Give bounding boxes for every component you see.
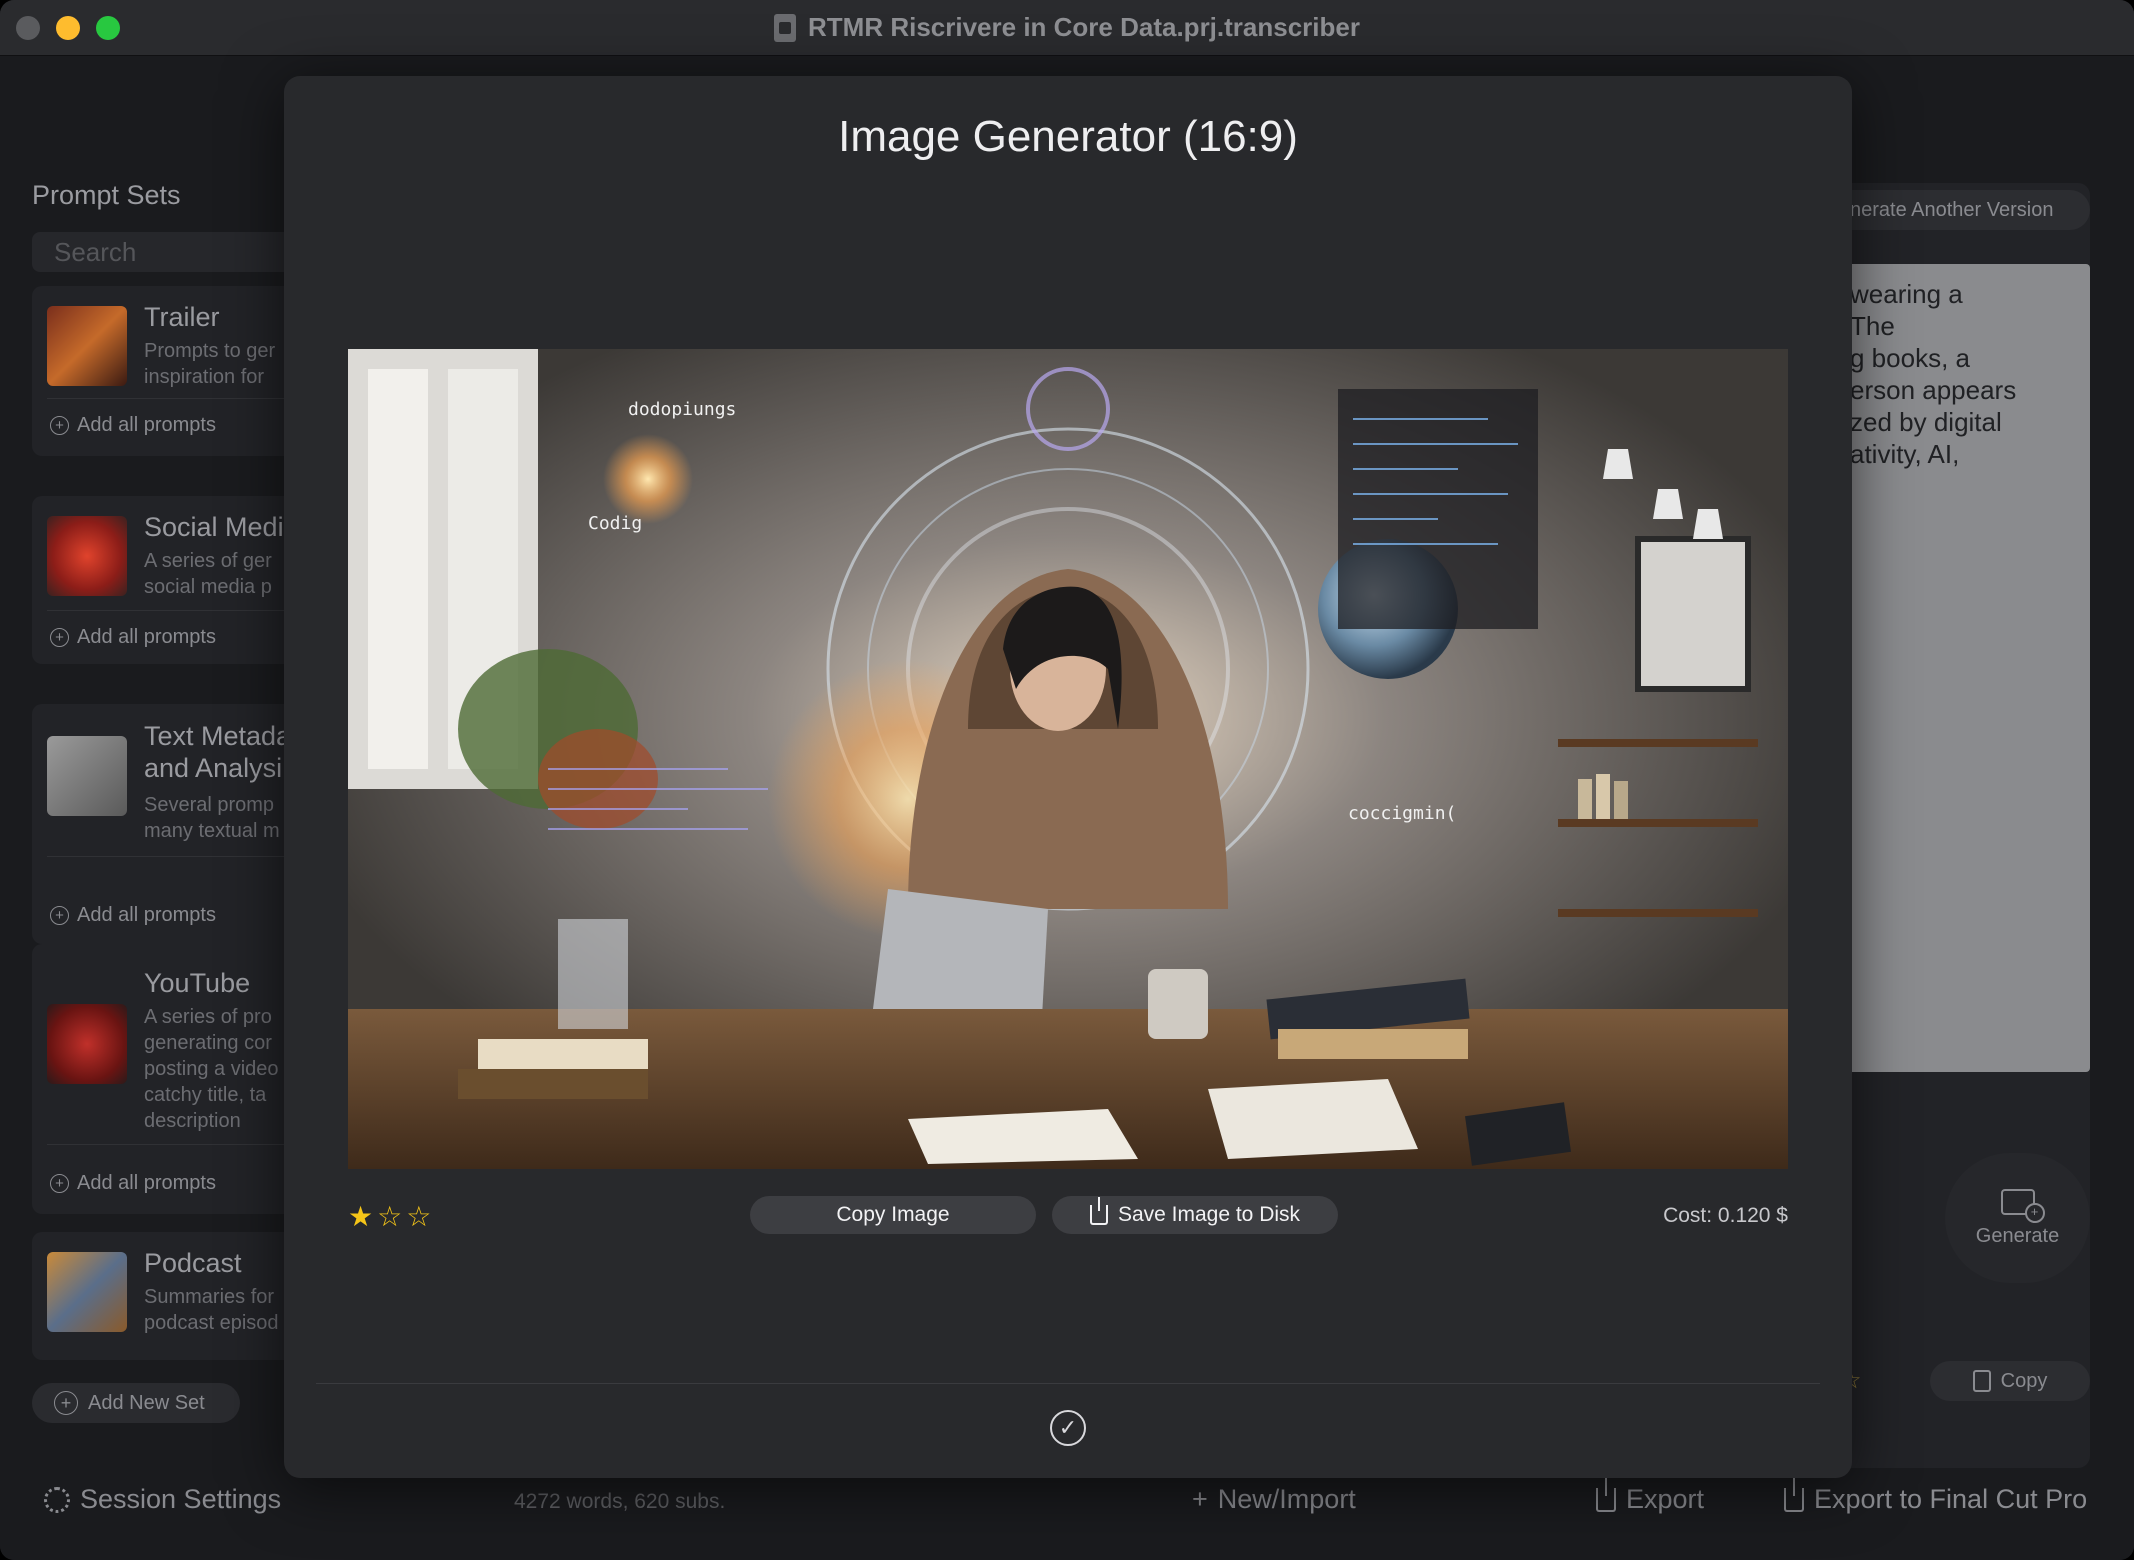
- copy-image-button[interactable]: Copy Image: [750, 1196, 1036, 1234]
- plus-icon: +: [1192, 1484, 1208, 1514]
- session-settings-button[interactable]: Session Settings: [44, 1484, 281, 1515]
- sheet-divider: [316, 1383, 1820, 1384]
- add-new-set-button[interactable]: + Add New Set: [32, 1383, 240, 1423]
- share-icon: [1596, 1477, 1616, 1512]
- save-image-button[interactable]: Save Image to Disk: [1052, 1196, 1338, 1234]
- text-metadata-thumbnail: [47, 736, 127, 816]
- image-rating[interactable]: ★ ☆ ☆: [348, 1200, 431, 1233]
- star-icon-empty[interactable]: ☆: [377, 1200, 402, 1233]
- generate-button[interactable]: Generate: [1945, 1153, 2090, 1283]
- add-all-prompts-button[interactable]: + Add all prompts: [50, 414, 216, 437]
- add-all-prompts-button[interactable]: + Add all prompts: [50, 1172, 216, 1195]
- generated-image-illustration: dodopiungs Codig coccigmin(: [348, 349, 1788, 1169]
- image-overlay-text: dodopiungs: [628, 399, 736, 420]
- share-icon: [1784, 1477, 1804, 1512]
- podcast-thumbnail: [47, 1252, 127, 1332]
- document-icon: [774, 13, 797, 42]
- copy-image-label: Copy Image: [836, 1203, 950, 1226]
- social-media-thumbnail: [47, 516, 127, 596]
- copy-button[interactable]: Copy: [1930, 1361, 2090, 1401]
- plus-circle-icon: +: [50, 416, 69, 435]
- gear-icon: [44, 1486, 70, 1513]
- star-icon-empty[interactable]: ☆: [406, 1200, 431, 1233]
- generate-another-version-button[interactable]: nerate Another Version: [1820, 190, 2090, 230]
- export-label: Export: [1626, 1484, 1705, 1514]
- prompt-output-text[interactable]: wearing a The g books, a erson appears z…: [1820, 264, 2090, 1072]
- image-overlay-text: Codig: [588, 513, 642, 534]
- sidebar-title: Prompt Sets: [32, 180, 181, 210]
- right-pane: nerate Another Version wearing a The g b…: [1820, 56, 2134, 1560]
- add-new-set-label: Add New Set: [88, 1391, 205, 1414]
- export-final-cut-label: Export to Final Cut Pro: [1814, 1484, 2088, 1514]
- image-overlay-text: coccigmin(: [1348, 803, 1456, 824]
- title-bar: RTMR Riscrivere in Core Data.prj.transcr…: [0, 0, 2134, 56]
- plus-circle-icon: +: [50, 906, 69, 925]
- add-all-prompts-label: Add all prompts: [77, 414, 216, 436]
- window-title-wrap: RTMR Riscrivere in Core Data.prj.transcr…: [774, 12, 1360, 43]
- new-import-label: New/Import: [1217, 1484, 1356, 1514]
- image-generator-sheet: Image Generator (16:9) dodopiungs Codig …: [284, 76, 1852, 1478]
- window-title: RTMR Riscrivere in Core Data.prj.transcr…: [808, 12, 1360, 42]
- plus-circle-icon: +: [50, 1174, 69, 1193]
- trailer-thumbnail: [47, 306, 127, 386]
- prompt-sets-sidebar: Prompt Sets Search Trailer Prompts to ge…: [0, 56, 332, 1560]
- add-all-prompts-label: Add all prompts: [77, 1172, 216, 1194]
- youtube-thumbnail: [47, 1004, 127, 1084]
- export-final-cut-button[interactable]: Export to Final Cut Pro: [1784, 1477, 2088, 1515]
- app-window: RTMR Riscrivere in Core Data.prj.transcr…: [0, 0, 2134, 1560]
- session-settings-label: Session Settings: [80, 1484, 282, 1514]
- session-stats: 4272 words, 620 subs.: [514, 1490, 726, 1513]
- cost-label: Cost: 0.120 $: [1663, 1204, 1788, 1227]
- checkmark-circle-icon[interactable]: ✓: [1050, 1410, 1086, 1446]
- copy-label: Copy: [2000, 1369, 2048, 1392]
- sheet-title: Image Generator (16:9): [838, 112, 1298, 161]
- plus-circle-icon: +: [50, 628, 69, 647]
- save-image-label: Save Image to Disk: [1117, 1203, 1301, 1226]
- copy-icon: [1972, 1370, 1991, 1392]
- add-all-prompts-button[interactable]: + Add all prompts: [50, 904, 216, 927]
- plus-circle-icon: +: [54, 1391, 78, 1415]
- add-all-prompts-button[interactable]: + Add all prompts: [50, 626, 216, 649]
- new-import-button[interactable]: + New/Import: [1192, 1484, 1356, 1515]
- minimize-window-button[interactable]: [56, 16, 80, 40]
- add-all-prompts-label: Add all prompts: [77, 626, 216, 648]
- save-icon: [1089, 1197, 1108, 1225]
- generated-image[interactable]: dodopiungs Codig coccigmin(: [348, 349, 1788, 1169]
- export-button[interactable]: Export: [1596, 1477, 1705, 1515]
- zoom-window-button[interactable]: [96, 16, 120, 40]
- generate-label: Generate: [1975, 1224, 2060, 1247]
- close-window-button[interactable]: [16, 16, 40, 40]
- add-all-prompts-label: Add all prompts: [77, 904, 216, 926]
- image-plus-icon: [2000, 1188, 2045, 1223]
- traffic-lights: [16, 16, 120, 40]
- star-icon-filled[interactable]: ★: [348, 1200, 373, 1233]
